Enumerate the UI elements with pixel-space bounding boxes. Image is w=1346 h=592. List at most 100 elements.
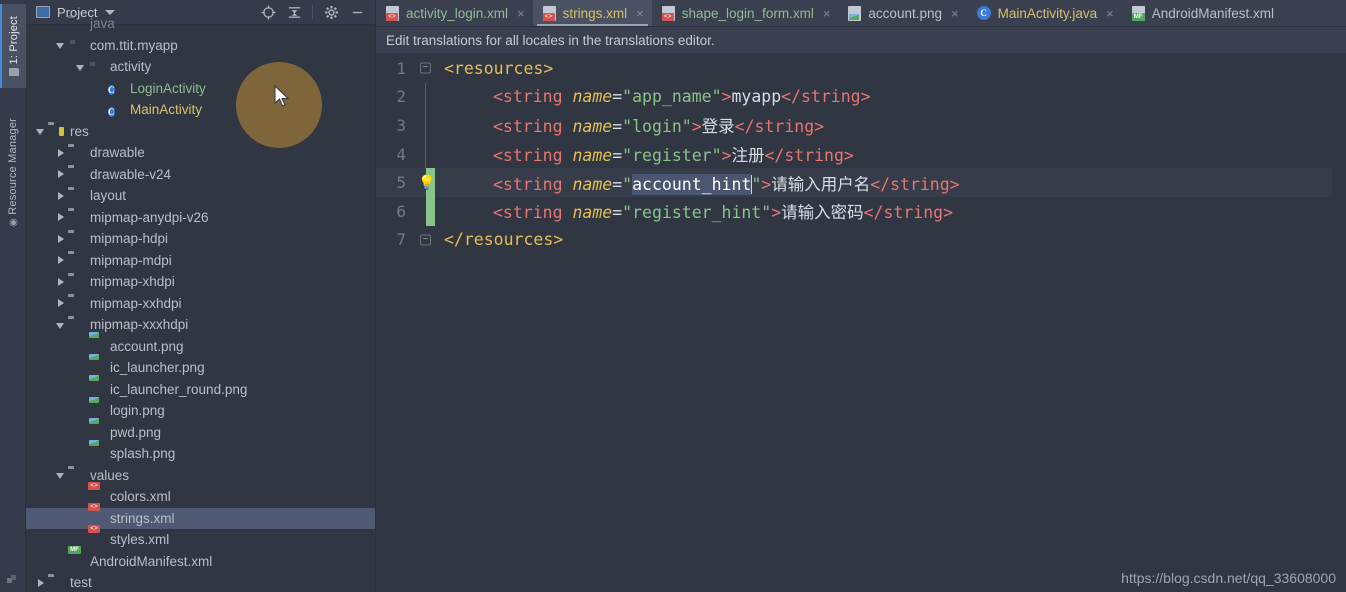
tree-arrow-expanded[interactable]: [34, 125, 47, 138]
project-tree[interactable]: java com.ttit.myapp activity C LoginActivity…: [26, 13, 375, 592]
tree-row[interactable]: colors.xml: [26, 486, 375, 508]
tree-row-label: LoginActivity: [130, 80, 206, 96]
close-icon[interactable]: ×: [823, 6, 831, 21]
editor-tab-label: AndroidManifest.xml: [1151, 5, 1275, 21]
project-tool-window: Project java com.ttit.myapp activity C L…: [26, 0, 376, 592]
tree-row[interactable]: layout: [26, 185, 375, 207]
build-variants-icon[interactable]: [6, 574, 18, 586]
close-icon[interactable]: ×: [636, 6, 644, 21]
tree-row[interactable]: drawable-v24: [26, 164, 375, 186]
editor-tab-label: activity_login.xml: [406, 5, 509, 21]
code-line[interactable]: 7 − </resources>: [376, 226, 1346, 255]
editor-gutter[interactable]: 💡: [410, 168, 440, 197]
code-token: </string>: [764, 146, 854, 166]
code-text[interactable]: <string name="register">注册</string>: [489, 142, 854, 166]
tree-arrow-collapsed[interactable]: [54, 275, 67, 288]
editor-gutter[interactable]: −: [410, 226, 440, 255]
tree-row-label: account.png: [110, 338, 184, 354]
editor-tab-bar[interactable]: activity_login.xml×strings.xml×shape_log…: [376, 0, 1346, 27]
tree-row[interactable]: login.png: [26, 400, 375, 422]
code-token: >: [761, 174, 772, 194]
tree-row[interactable]: drawable: [26, 142, 375, 164]
editor-tab[interactable]: AndroidManifest.xml: [1122, 0, 1282, 26]
tree-row[interactable]: AndroidManifest.xml: [26, 551, 375, 573]
tree-row[interactable]: C LoginActivity: [26, 78, 375, 100]
editor-tab[interactable]: C MainActivity.java ×: [967, 0, 1122, 26]
code-line[interactable]: 3 <string name="login">登录</string>: [376, 111, 1346, 140]
editor-tab[interactable]: strings.xml ×: [532, 0, 652, 26]
fold-collapse-icon[interactable]: −: [420, 62, 431, 74]
close-icon[interactable]: ×: [517, 6, 525, 21]
tree-row[interactable]: com.ttit.myapp: [26, 35, 375, 57]
tree-arrow-collapsed[interactable]: [54, 297, 67, 310]
tree-row[interactable]: ic_launcher_round.png: [26, 379, 375, 401]
tree-row[interactable]: mipmap-anydpi-v26: [26, 207, 375, 229]
editor-tab-label: account.png: [868, 5, 942, 21]
tree-arrow-collapsed[interactable]: [54, 189, 67, 202]
tree-arrow-collapsed[interactable]: [54, 168, 67, 181]
tree-row[interactable]: res: [26, 121, 375, 143]
tree-row[interactable]: mipmap-xxxhdpi: [26, 314, 375, 336]
tree-arrow-expanded[interactable]: [54, 318, 67, 331]
code-text[interactable]: <resources>: [440, 59, 553, 78]
code-text[interactable]: <string name="app_name">myapp</string>: [489, 87, 871, 106]
close-icon[interactable]: ×: [951, 6, 959, 21]
tree-arrow-collapsed[interactable]: [34, 576, 47, 589]
tree-arrow-collapsed[interactable]: [54, 232, 67, 245]
editor-gutter[interactable]: [410, 196, 440, 226]
editor-tab[interactable]: activity_login.xml ×: [376, 0, 533, 26]
fold-end-icon[interactable]: −: [420, 234, 431, 246]
tree-row[interactable]: activity: [26, 56, 375, 78]
tree-row[interactable]: mipmap-xxhdpi: [26, 293, 375, 315]
code-line[interactable]: 1 − <resources>: [376, 54, 1346, 83]
code-line[interactable]: 4 <string name="register">注册</string>: [376, 139, 1346, 169]
tree-row[interactable]: splash.png: [26, 443, 375, 465]
tree-row[interactable]: account.png: [26, 336, 375, 358]
tree-arrow-none: [94, 82, 107, 95]
editor-tab[interactable]: shape_login_form.xml ×: [652, 0, 839, 26]
code-token: </resources>: [444, 230, 564, 250]
code-text[interactable]: <string name="account_hint">请输入用户名</stri…: [489, 171, 960, 195]
tree-arrow-collapsed[interactable]: [54, 146, 67, 159]
code-text[interactable]: </resources>: [440, 230, 563, 249]
tree-arrow-none: [74, 383, 87, 396]
tree-arrow-collapsed[interactable]: [54, 254, 67, 267]
element-text: 请输入用户名: [771, 174, 871, 194]
editor-tab[interactable]: account.png ×: [838, 0, 966, 26]
code-line[interactable]: 5 💡 <string name="account_hint">请输入用户名</st…: [376, 168, 1346, 197]
tree-row[interactable]: strings.xml: [26, 507, 375, 529]
code-line[interactable]: 2 <string name="app_name">myapp</string>: [376, 82, 1346, 112]
tree-row[interactable]: mipmap-hdpi: [26, 228, 375, 250]
tree-arrow-collapsed[interactable]: [54, 211, 67, 224]
code-text[interactable]: <string name="register_hint">请输入密码</stri…: [489, 199, 953, 223]
tree-arrow-expanded[interactable]: [54, 39, 67, 52]
sidebar-tab-project[interactable]: 1: Project: [0, 4, 26, 88]
tree-row[interactable]: C MainActivity: [26, 99, 375, 121]
editor-gutter[interactable]: −: [410, 54, 440, 83]
sidebar-tab-resource-manager[interactable]: Resource Manager ◉: [0, 102, 26, 244]
tree-row[interactable]: java: [26, 13, 375, 35]
tree-row[interactable]: mipmap-mdpi: [26, 250, 375, 272]
code-token: </string>: [734, 117, 825, 137]
close-icon[interactable]: ×: [1106, 6, 1114, 21]
editor-gutter[interactable]: [410, 111, 440, 140]
code-line[interactable]: 6 <string name="register_hint">请输入密码</str…: [376, 196, 1346, 226]
code-token: =: [612, 203, 623, 223]
attribute-value: ": [751, 174, 762, 194]
intention-bulb-icon[interactable]: 💡: [418, 175, 435, 191]
tree-row[interactable]: pwd.png: [26, 422, 375, 444]
vcs-change-marker[interactable]: [426, 196, 435, 226]
tree-row[interactable]: values: [26, 465, 375, 487]
editor-gutter[interactable]: [410, 82, 440, 112]
code-text[interactable]: <string name="login">登录</string>: [489, 113, 824, 137]
editor-scrollbar[interactable]: [1332, 54, 1346, 592]
code-editor[interactable]: 1− <resources> 2 <string name="app_name">my…: [376, 54, 1346, 592]
tree-row[interactable]: mipmap-xhdpi: [26, 271, 375, 293]
tree-row[interactable]: test: [26, 572, 375, 592]
tree-row-label: strings.xml: [110, 510, 175, 526]
editor-gutter[interactable]: [410, 139, 440, 169]
tree-arrow-expanded[interactable]: [74, 60, 87, 73]
tree-row[interactable]: ic_launcher.png: [26, 357, 375, 379]
code-token: </string>: [781, 87, 871, 107]
tree-arrow-expanded[interactable]: [54, 469, 67, 482]
